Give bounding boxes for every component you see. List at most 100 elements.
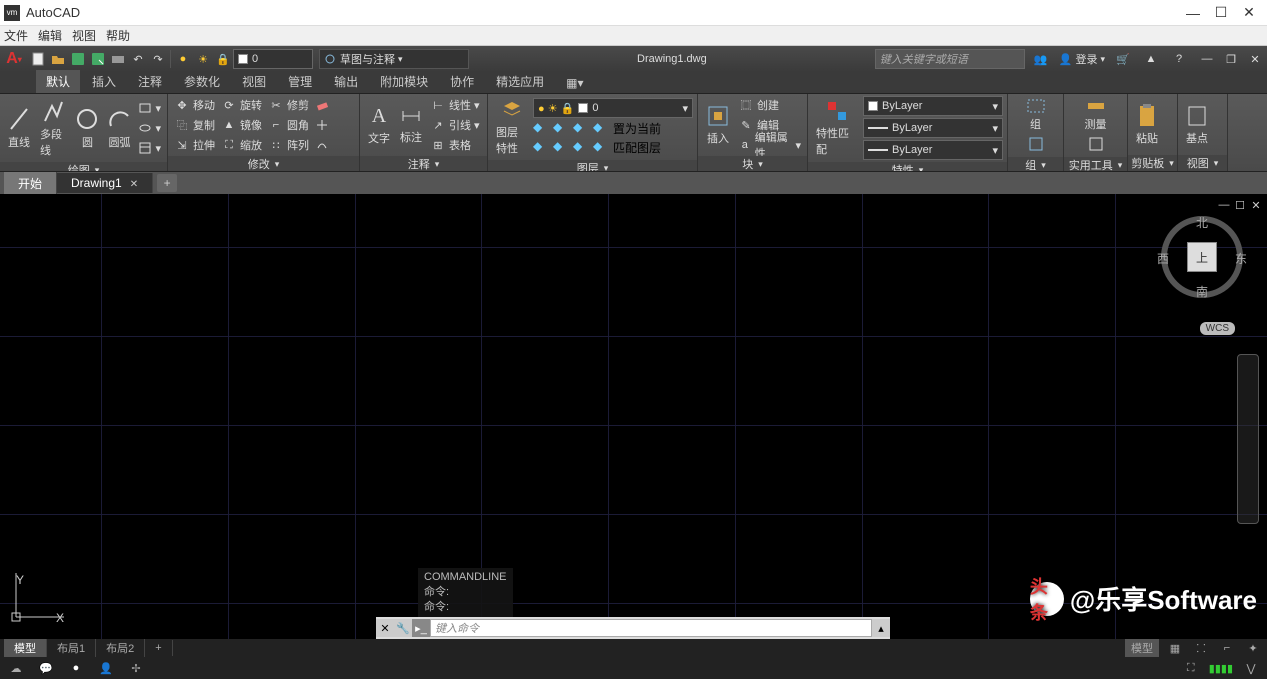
- navigation-bar[interactable]: [1237, 354, 1259, 524]
- line-button[interactable]: 直线: [4, 104, 34, 152]
- dimension-button[interactable]: 标注: [396, 103, 426, 147]
- status-cloud-icon[interactable]: ☁: [6, 659, 26, 677]
- layer-lock-icon[interactable]: 🔒: [213, 49, 233, 69]
- panel-modify-title[interactable]: 修改: [168, 156, 359, 172]
- status-circle-icon[interactable]: ●: [66, 659, 86, 677]
- fillet-button[interactable]: ⌐圆角: [266, 116, 311, 134]
- status-chat-icon[interactable]: 💬: [36, 659, 56, 677]
- redo-icon[interactable]: ↷: [148, 49, 168, 69]
- panel-props-title[interactable]: 特性: [808, 162, 1007, 172]
- layer-selector[interactable]: ● ☀ 🔒 0▾: [533, 98, 693, 118]
- linear-button[interactable]: ⊢线性▾: [428, 96, 482, 114]
- layer-tool-4[interactable]: ◆: [593, 120, 611, 137]
- doc-minimize[interactable]: —: [1195, 49, 1219, 69]
- table-button[interactable]: ⊞表格: [428, 136, 482, 154]
- tab-addins[interactable]: 附加模块: [370, 70, 438, 93]
- cmdline-close-icon[interactable]: ✕: [376, 619, 394, 637]
- rectangle-icon[interactable]: ▾: [136, 99, 163, 117]
- minimize-button[interactable]: —: [1179, 0, 1207, 26]
- panel-view-title[interactable]: 视图: [1178, 155, 1227, 171]
- cart-icon[interactable]: 🛒: [1113, 49, 1133, 69]
- viewcube-west[interactable]: 西: [1157, 250, 1169, 267]
- stretch-button[interactable]: ⇲拉伸: [172, 136, 217, 154]
- new-tab-button[interactable]: +: [157, 174, 177, 192]
- app-logo[interactable]: A▾: [0, 47, 28, 71]
- status-snap-icon[interactable]: ⸬: [1191, 639, 1211, 657]
- tab-view[interactable]: 视图: [232, 70, 276, 93]
- lineweight-selector[interactable]: ByLayer▾: [863, 118, 1003, 138]
- new-icon[interactable]: [28, 49, 48, 69]
- tab-output[interactable]: 输出: [324, 70, 368, 93]
- explode-icon[interactable]: [313, 116, 331, 134]
- share-icon[interactable]: 👥: [1031, 49, 1051, 69]
- plot-icon[interactable]: [108, 49, 128, 69]
- layer-bulb-icon[interactable]: ●: [173, 49, 193, 69]
- tab-start[interactable]: 开始: [4, 172, 57, 195]
- layout-add[interactable]: +: [145, 640, 172, 656]
- menu-edit[interactable]: 编辑: [38, 27, 62, 44]
- layer-tool-8[interactable]: ◆: [593, 139, 611, 156]
- group-edit-icon[interactable]: [1028, 136, 1044, 155]
- drawing-canvas[interactable]: — ☐ ✕ 北 南 东 西 上 WCS Y X COMMANDLINE 命令: …: [0, 194, 1267, 639]
- menu-view[interactable]: 视图: [72, 27, 96, 44]
- basepoint-button[interactable]: 基点: [1182, 102, 1212, 148]
- paste-button[interactable]: 粘贴: [1132, 102, 1162, 148]
- menu-file[interactable]: 文件: [4, 27, 28, 44]
- block-editattr[interactable]: a编辑属性▾: [736, 136, 803, 154]
- mirror-button[interactable]: ▲镜像: [219, 116, 264, 134]
- move-button[interactable]: ✥移动: [172, 96, 217, 114]
- status-polar-icon[interactable]: ✦: [1243, 639, 1263, 657]
- arc-button[interactable]: 圆弧: [104, 104, 134, 152]
- status-grid-icon[interactable]: ▦: [1165, 639, 1185, 657]
- layer-sun-icon[interactable]: ☀: [193, 49, 213, 69]
- layer-color-combo[interactable]: 0: [233, 49, 313, 69]
- doc-restore[interactable]: ❐: [1219, 49, 1243, 69]
- layout-2[interactable]: 布局2: [96, 638, 145, 658]
- login-button[interactable]: 👤登录▾: [1059, 51, 1105, 67]
- group-button[interactable]: 组: [1022, 96, 1050, 134]
- viewcube-top[interactable]: 上: [1187, 242, 1217, 272]
- panel-clip-title[interactable]: 剪贴板: [1128, 155, 1177, 171]
- viewcube[interactable]: 北 南 东 西 上: [1157, 212, 1247, 302]
- match-properties-button[interactable]: 特性匹配: [812, 97, 861, 159]
- tab-apps-icon[interactable]: ▦▾: [556, 73, 593, 93]
- workspace-selector[interactable]: 草图与注释: [319, 49, 469, 69]
- tab-collab[interactable]: 协作: [440, 70, 484, 93]
- tab-drawing1[interactable]: Drawing1✕: [57, 173, 153, 193]
- save-icon[interactable]: [68, 49, 88, 69]
- status-signal-icon[interactable]: ▮▮▮▮: [1209, 662, 1233, 675]
- offset-icon[interactable]: [313, 136, 331, 154]
- status-ortho-icon[interactable]: ⌐: [1217, 639, 1237, 657]
- close-button[interactable]: ✕: [1235, 0, 1263, 26]
- status-target-icon[interactable]: ✢: [126, 659, 146, 677]
- measure-button[interactable]: 测量: [1081, 96, 1111, 134]
- color-selector[interactable]: ByLayer▾: [863, 96, 1003, 116]
- status-person-icon[interactable]: 👤: [96, 659, 116, 677]
- layout-1[interactable]: 布局1: [47, 638, 96, 658]
- panel-block-title[interactable]: 块: [698, 156, 807, 172]
- viewcube-north[interactable]: 北: [1196, 214, 1208, 231]
- tab-featured[interactable]: 精选应用: [486, 70, 554, 93]
- hatch-icon[interactable]: ▾: [136, 139, 163, 157]
- maximize-button[interactable]: ☐: [1207, 0, 1235, 26]
- command-input[interactable]: 键入命令: [430, 619, 872, 637]
- help-icon[interactable]: ?: [1169, 49, 1189, 69]
- util-icon[interactable]: [1088, 136, 1104, 155]
- undo-icon[interactable]: ↶: [128, 49, 148, 69]
- layer-tool-6[interactable]: ◆: [553, 139, 571, 156]
- layer-tool-1[interactable]: ◆: [533, 120, 551, 137]
- tab-manage[interactable]: 管理: [278, 70, 322, 93]
- viewport-close-icon[interactable]: ✕: [1249, 198, 1263, 212]
- layout-model[interactable]: 模型: [4, 638, 47, 658]
- linetype-selector[interactable]: ByLayer▾: [863, 140, 1003, 160]
- text-button[interactable]: A文字: [364, 103, 394, 148]
- viewcube-south[interactable]: 南: [1196, 283, 1208, 300]
- cmdline-config-icon[interactable]: 🔧: [394, 619, 412, 637]
- close-tab-icon[interactable]: ✕: [130, 179, 138, 190]
- tab-parametric[interactable]: 参数化: [174, 70, 230, 93]
- viewport-maximize-icon[interactable]: ☐: [1233, 198, 1247, 212]
- panel-layers-title[interactable]: 图层: [488, 160, 697, 172]
- layer-tool-3[interactable]: ◆: [573, 120, 591, 137]
- array-button[interactable]: ∷阵列: [266, 136, 311, 154]
- insert-block-button[interactable]: 插入: [702, 102, 734, 148]
